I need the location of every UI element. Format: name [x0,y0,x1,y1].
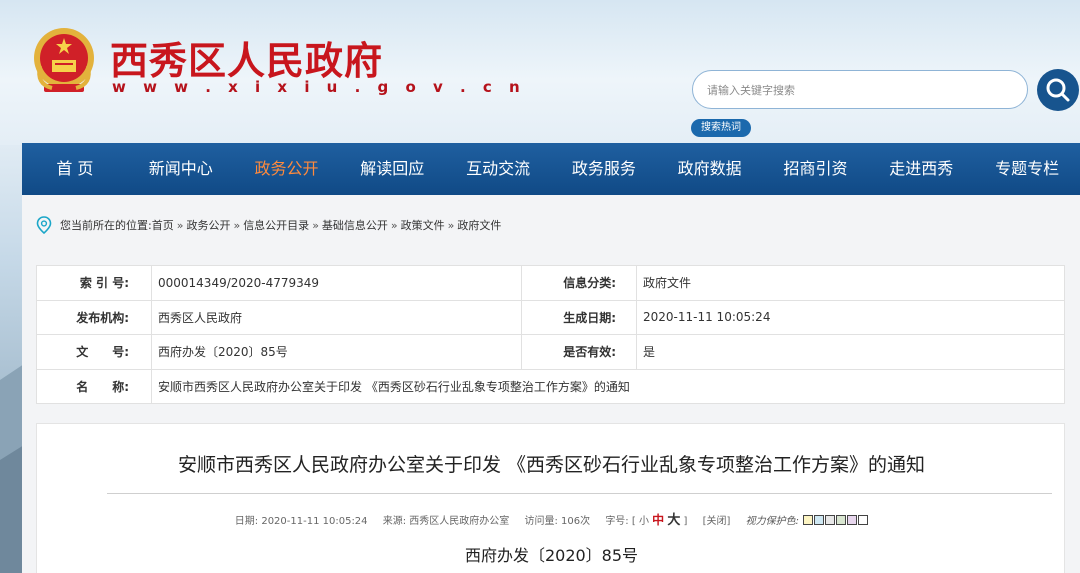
site-title[interactable]: 西秀区人民政府 [110,30,383,85]
eye-care-control: 视力保护色: [745,515,869,527]
breadcrumb-separator: » [447,218,455,232]
main-nav: 首 页 新闻中心 政务公开 解读回应 互动交流 政务服务 政府数据 招商引资 走… [22,143,1080,195]
nav-item-home[interactable]: 首 页 [22,143,128,195]
breadcrumb-item-basic-info[interactable]: 基础信息公开 [322,217,388,233]
breadcrumb-separator: » [233,218,241,232]
publisher-label: 发布机构: [36,299,152,335]
national-emblem-icon [34,28,94,92]
document-number: 西府办发〔2020〕85号 [464,546,639,565]
nav-item-interaction[interactable]: 互动交流 [445,143,551,195]
table-row: 名 称: 安顺市西秀区人民政府办公室关于印发 《西秀区砂石行业乱象专项整治工作方… [36,368,1065,404]
breadcrumb-item-catalog[interactable]: 信息公开目录 [243,217,309,233]
category-label: 信息分类: [521,265,637,301]
breadcrumb-separator: » [312,218,319,232]
nav-item-interpretation[interactable]: 解读回应 [339,143,445,195]
hot-search-button[interactable]: 搜索热词 [691,119,751,137]
content-panel: 您当前所在的位置: 首页 » 政务公开 » 信息公开目录 » 基础信息公开 » … [22,195,1080,573]
nav-item-news[interactable]: 新闻中心 [128,143,234,195]
site-url: w w w . x i x i u . g o v . c n [112,78,526,96]
font-size-close-bracket: ] [683,516,688,527]
location-pin-icon [36,216,52,234]
nav-item-gov-affairs[interactable]: 政务公开 [234,143,340,195]
eye-care-swatch-purple[interactable] [847,515,858,525]
document-meta-table: 索 引 号: 000014349/2020-4779349 信息分类: 政府文件… [36,265,1065,404]
breadcrumb-separator: » [390,218,398,232]
eye-care-swatch-gray[interactable] [825,515,836,525]
document-source: 来源: 西秀区人民政府办公室 [382,516,510,527]
nav-item-topics[interactable]: 专题专栏 [974,143,1080,195]
nav-item-about[interactable]: 走进西秀 [868,143,974,195]
table-row: 索 引 号: 000014349/2020-4779349 信息分类: 政府文件 [36,265,1065,301]
nav-item-data[interactable]: 政府数据 [657,143,763,195]
publish-date: 日期: 2020-11-11 10:05:24 [234,516,368,527]
category-value: 政府文件 [636,265,1065,301]
document-title: 安顺市西秀区人民政府办公室关于印发 《西秀区砂石行业乱象专项整治工作方案》的通知 [177,454,926,476]
name-value: 安顺市西秀区人民政府办公室关于印发 《西秀区砂石行业乱象专项整治工作方案》的通知 [151,368,1065,404]
title-divider [107,493,1052,494]
search-input[interactable] [707,80,1007,100]
document-body: 安顺市西秀区人民政府办公室关于印发 《西秀区砂石行业乱象专项整治工作方案》的通知… [36,423,1065,573]
valid-value: 是 [636,334,1065,370]
eye-care-swatch-green[interactable] [836,515,847,525]
breadcrumb: 您当前所在的位置: 首页 » 政务公开 » 信息公开目录 » 基础信息公开 » … [36,215,501,235]
font-size-control: 字号: [ 小 中 大 ] [605,513,690,528]
docno-label: 文 号: [36,334,152,370]
table-row: 发布机构: 西秀区人民政府 生成日期: 2020-11-11 10:05:24 [36,299,1065,335]
search-icon [1046,78,1070,102]
breadcrumb-separator: » [176,218,184,232]
eye-care-swatch-white[interactable] [858,515,869,525]
date-value: 2020-11-11 10:05:24 [636,299,1065,335]
breadcrumb-item-gov-affairs[interactable]: 政务公开 [186,217,230,233]
search-box [692,70,1028,109]
eye-care-label: 视力保护色: [745,516,800,527]
nav-item-services[interactable]: 政务服务 [551,143,657,195]
eye-care-swatch-yellow[interactable] [803,515,814,525]
index-label: 索 引 号: [36,265,152,301]
breadcrumb-item-gov-docs[interactable]: 政府文件 [457,217,501,233]
nav-item-investment[interactable]: 招商引资 [763,143,869,195]
index-value: 000014349/2020-4779349 [151,265,522,301]
breadcrumb-item-policy[interactable]: 政策文件 [401,217,445,233]
breadcrumb-item-home[interactable]: 首页 [152,217,174,233]
docno-value: 西府办发〔2020〕85号 [151,334,522,370]
visit-count: 访问量: 106次 [524,516,591,527]
font-small-button[interactable]: 小 [639,516,649,527]
breadcrumb-prefix: 您当前所在的位置: [60,219,152,232]
font-large-button[interactable]: 大 [667,513,680,528]
close-button[interactable]: [关闭] [703,516,731,527]
font-size-label: 字号: [ [605,516,636,527]
name-label: 名 称: [36,368,152,404]
publisher-value: 西秀区人民政府 [151,299,522,335]
table-row: 文 号: 西府办发〔2020〕85号 是否有效: 是 [36,334,1065,370]
date-label: 生成日期: [521,299,637,335]
eye-care-swatch-blue[interactable] [814,515,825,525]
valid-label: 是否有效: [521,334,637,370]
search-button[interactable] [1037,69,1079,111]
font-medium-button[interactable]: 中 [652,513,664,527]
document-meta-line: 日期: 2020-11-11 10:05:24 来源: 西秀区人民政府办公室 访… [37,509,1066,528]
